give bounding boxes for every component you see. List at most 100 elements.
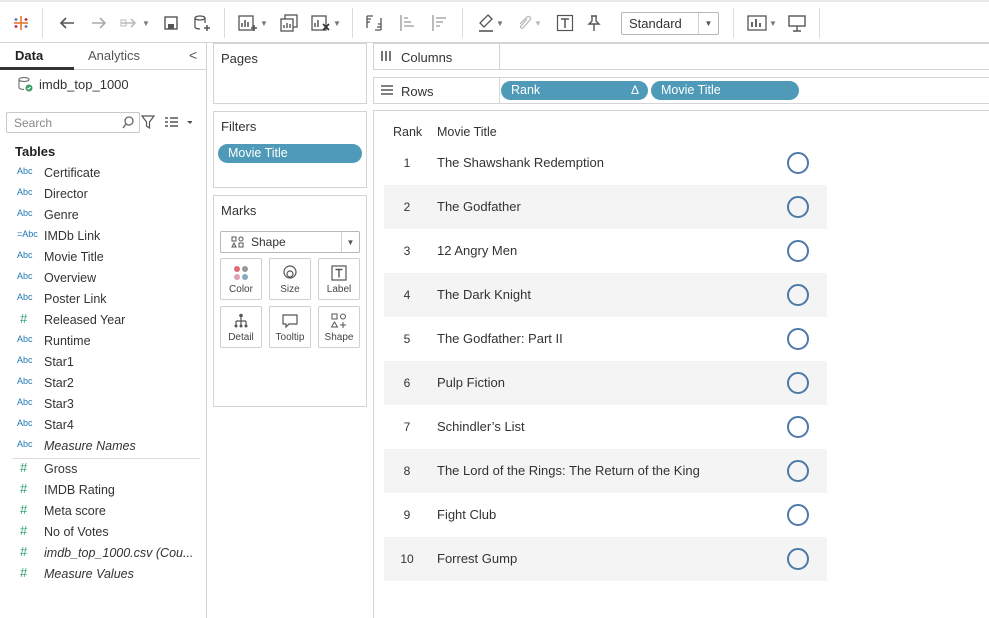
field-item[interactable]: Abc Certificate — [0, 163, 206, 184]
undo-icon[interactable] — [56, 10, 78, 36]
field-item[interactable]: Abc Director — [0, 184, 206, 205]
field-item[interactable]: # Gross — [0, 459, 206, 480]
columns-shelf[interactable]: Columns — [373, 43, 989, 70]
mark-type-value: Shape — [251, 235, 286, 249]
group-members-icon[interactable]: ▼ — [512, 10, 546, 36]
pages-card[interactable]: Pages — [213, 43, 367, 104]
field-item[interactable]: Abc Poster Link — [0, 289, 206, 310]
tooltip-button[interactable]: Tooltip — [269, 306, 311, 348]
field-item[interactable]: Abc Star4 — [0, 415, 206, 436]
string-type-icon: Abc — [17, 376, 33, 386]
field-item[interactable]: =Abc IMDb Link — [0, 226, 206, 247]
tab-data[interactable]: Data — [15, 48, 43, 63]
rows-pill-rank[interactable]: Rank Δ — [501, 81, 648, 100]
search-icon — [122, 116, 134, 129]
new-data-source-icon[interactable] — [191, 10, 213, 36]
rank-cell: 3 — [403, 244, 411, 258]
rows-shelf-label: Rows — [380, 84, 434, 99]
table-row[interactable]: 1 The Shawshank Redemption — [384, 141, 827, 185]
field-name: IMDb Link — [44, 229, 101, 243]
fit-select[interactable]: Standard ▼ — [621, 12, 719, 35]
field-item[interactable]: # Released Year — [0, 310, 206, 331]
field-name: Overview — [44, 271, 97, 285]
field-item[interactable]: Abc Star1 — [0, 352, 206, 373]
table-row[interactable]: 9 Fight Club — [384, 493, 827, 537]
field-item[interactable]: # Meta score — [0, 501, 206, 522]
field-item[interactable]: # Measure Values — [0, 564, 206, 585]
presentation-mode-icon[interactable] — [786, 10, 808, 36]
field-item[interactable]: # No of Votes — [0, 522, 206, 543]
replay-animation-icon[interactable]: ▼ — [118, 10, 152, 36]
label-icon — [331, 265, 347, 281]
field-name: Director — [44, 187, 88, 201]
circle-mark[interactable] — [787, 284, 809, 306]
data-source-item[interactable]: imdb_top_1000 — [17, 76, 129, 92]
detail-label: Detail — [228, 332, 254, 343]
worksheet-view: Rank Movie Title 1 The Shawshank Redempti… — [373, 110, 989, 618]
filters-title: Filters — [221, 119, 257, 134]
field-name: Certificate — [44, 166, 101, 180]
mark-type-select[interactable]: Shape ▼ — [220, 231, 360, 253]
field-item[interactable]: # imdb_top_1000.csv (Cou... — [0, 543, 206, 564]
tab-analytics[interactable]: Analytics — [88, 48, 140, 63]
redo-icon[interactable] — [88, 10, 110, 36]
show-me-icon[interactable]: ▼ — [744, 10, 780, 36]
circle-mark[interactable] — [787, 152, 809, 174]
fix-axes-pin-icon[interactable] — [583, 10, 605, 36]
label-button[interactable]: Label — [318, 258, 360, 300]
circle-mark[interactable] — [787, 460, 809, 482]
sort-ascending-icon[interactable] — [396, 10, 418, 36]
tableau-logo-icon[interactable] — [10, 10, 32, 36]
field-item[interactable]: Abc Genre — [0, 205, 206, 226]
collapse-pane-icon[interactable]: < — [189, 47, 197, 63]
table-row[interactable]: 6 Pulp Fiction — [384, 361, 827, 405]
new-worksheet-icon[interactable]: ▼ — [236, 10, 270, 36]
table-row[interactable]: 8 The Lord of the Rings: The Return of th… — [384, 449, 827, 493]
table-row[interactable]: 10 Forrest Gump — [384, 537, 827, 581]
sort-descending-icon[interactable] — [428, 10, 450, 36]
filter-pill-movie-title[interactable]: Movie Title — [218, 144, 362, 163]
rows-shelf[interactable]: Rows Rank Δ Movie Title — [373, 77, 989, 104]
field-item[interactable]: Abc Overview — [0, 268, 206, 289]
label-label: Label — [326, 284, 352, 295]
table-row[interactable]: 4 The Dark Knight — [384, 273, 827, 317]
field-item[interactable]: Abc Runtime — [0, 331, 206, 352]
field-name: Movie Title — [44, 250, 104, 264]
header-movie-title[interactable]: Movie Title — [437, 125, 497, 139]
field-item[interactable]: Abc Star3 — [0, 394, 206, 415]
table-row[interactable]: 5 The Godfather: Part II — [384, 317, 827, 361]
string-type-icon: Abc — [17, 334, 33, 344]
circle-mark[interactable] — [787, 548, 809, 570]
circle-mark[interactable] — [787, 416, 809, 438]
rows-pill-movie-title[interactable]: Movie Title — [651, 81, 799, 100]
search-field[interactable]: Search — [6, 112, 140, 133]
duplicate-sheet-icon[interactable] — [278, 10, 300, 36]
field-item[interactable]: Abc Star2 — [0, 373, 206, 394]
header-rank[interactable]: Rank — [393, 125, 422, 139]
toolbar-separator — [462, 8, 463, 38]
table-row[interactable]: 3 12 Angry Men — [384, 229, 827, 273]
circle-mark[interactable] — [787, 504, 809, 526]
show-mark-labels-icon[interactable] — [554, 10, 576, 36]
field-item[interactable]: Abc Movie Title — [0, 247, 206, 268]
filter-icon[interactable] — [141, 115, 155, 129]
movie-title-cell: 12 Angry Men — [437, 243, 518, 258]
clear-sheet-icon[interactable]: ▼ — [308, 10, 344, 36]
circle-mark[interactable] — [787, 196, 809, 218]
circle-mark[interactable] — [787, 372, 809, 394]
table-row[interactable]: 7 Schindler’s List — [384, 405, 827, 449]
filters-card[interactable]: Filters Movie Title — [213, 111, 367, 188]
field-item[interactable]: Abc Measure Names — [0, 436, 206, 457]
view-list-icon[interactable] — [164, 116, 192, 128]
circle-mark[interactable] — [787, 328, 809, 350]
color-button[interactable]: Color — [220, 258, 262, 300]
shape-button[interactable]: Shape — [318, 306, 360, 348]
save-icon[interactable] — [160, 10, 182, 36]
swap-rows-columns-icon[interactable] — [363, 10, 385, 36]
circle-mark[interactable] — [787, 240, 809, 262]
size-button[interactable]: Size — [269, 258, 311, 300]
highlight-icon[interactable]: ▼ — [474, 10, 508, 36]
field-item[interactable]: # IMDB Rating — [0, 480, 206, 501]
detail-button[interactable]: Detail — [220, 306, 262, 348]
table-row[interactable]: 2 The Godfather — [384, 185, 827, 229]
